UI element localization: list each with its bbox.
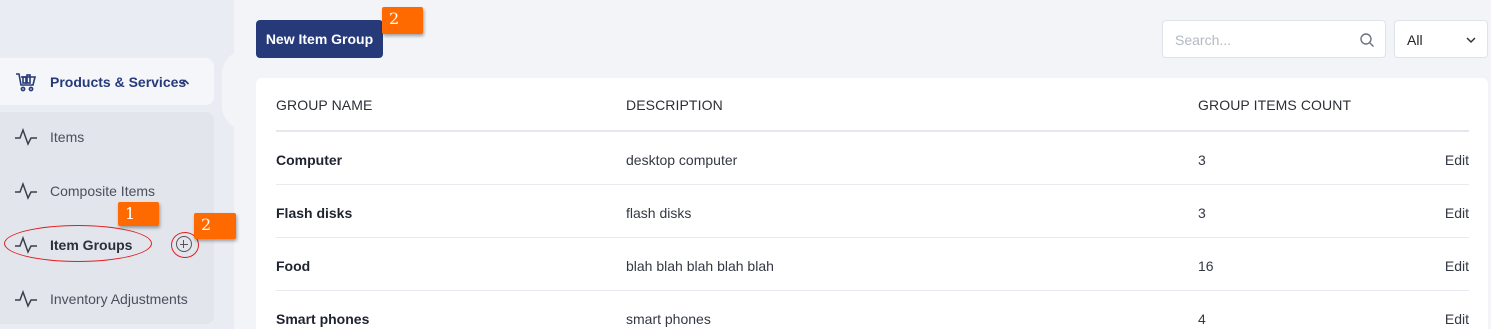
sidebar-item-label: Composite Items (50, 183, 156, 199)
filter-select[interactable]: All (1394, 20, 1488, 58)
annotation-circle-item-groups (4, 225, 152, 262)
sidebar-item-composite-items[interactable]: Composite Items (0, 171, 214, 211)
sidebar-item-label: Items (50, 129, 85, 145)
annotation-badge-2-sidebar: 2 (194, 213, 236, 239)
activity-icon (15, 127, 37, 146)
annotation-badge-2-button: 2 (382, 7, 423, 34)
edit-link[interactable]: Edit (1445, 258, 1469, 274)
sidebar-item-label: Inventory Adjustments (50, 291, 188, 307)
column-header-group-name[interactable]: GROUP NAME (276, 97, 372, 113)
item-groups-table: GROUP NAME DESCRIPTION GROUP ITEMS COUNT… (256, 78, 1488, 329)
edit-link[interactable]: Edit (1445, 205, 1469, 221)
column-header-group-items-count[interactable]: GROUP ITEMS COUNT (1198, 97, 1351, 113)
sidebar-submenu: Items Composite Items Item Groups Invent… (0, 112, 214, 324)
cell-items-count: 4 (1198, 311, 1206, 327)
table-row[interactable]: Flash disks flash disks 3 Edit (256, 185, 1488, 238)
edit-link[interactable]: Edit (1445, 152, 1469, 168)
column-header-description[interactable]: DESCRIPTION (626, 97, 723, 113)
cell-items-count: 3 (1198, 152, 1206, 168)
cell-group-name: Smart phones (276, 311, 370, 327)
cell-group-name: Food (276, 258, 311, 274)
table-row[interactable]: Smart phones smart phones 4 Edit (256, 291, 1488, 329)
cart-icon (16, 73, 37, 92)
sidebar: Products & Services Items Composite Item… (0, 0, 234, 329)
annotation-badge-1: 1 (118, 202, 159, 226)
activity-icon (15, 181, 37, 200)
table-row[interactable]: Computer desktop computer 3 Edit (256, 132, 1488, 185)
chevron-down-icon (1466, 37, 1476, 44)
table-row[interactable]: Food blah blah blah blah blah 16 Edit (256, 238, 1488, 291)
search-input[interactable] (1175, 30, 1345, 50)
sidebar-notch (222, 50, 246, 130)
cell-items-count: 16 (1198, 258, 1214, 274)
sidebar-item-inventory-adjustments[interactable]: Inventory Adjustments (0, 279, 214, 319)
search-icon (1360, 33, 1374, 47)
new-item-group-button[interactable]: New Item Group (256, 20, 383, 58)
search-field[interactable] (1162, 20, 1386, 58)
cell-description: flash disks (626, 205, 692, 221)
cell-items-count: 3 (1198, 205, 1206, 221)
edit-link[interactable]: Edit (1445, 311, 1469, 327)
cell-description: blah blah blah blah blah (626, 258, 774, 274)
chevron-up-icon (180, 79, 190, 85)
activity-icon (15, 289, 37, 308)
sidebar-group-products-services[interactable]: Products & Services (0, 58, 214, 105)
cell-description: smart phones (626, 311, 711, 327)
filter-select-value: All (1407, 32, 1423, 48)
cell-group-name: Flash disks (276, 205, 353, 221)
sidebar-group-label: Products & Services (50, 74, 187, 90)
cell-description: desktop computer (626, 152, 738, 168)
cell-group-name: Computer (276, 152, 343, 168)
sidebar-item-items[interactable]: Items (0, 117, 214, 157)
